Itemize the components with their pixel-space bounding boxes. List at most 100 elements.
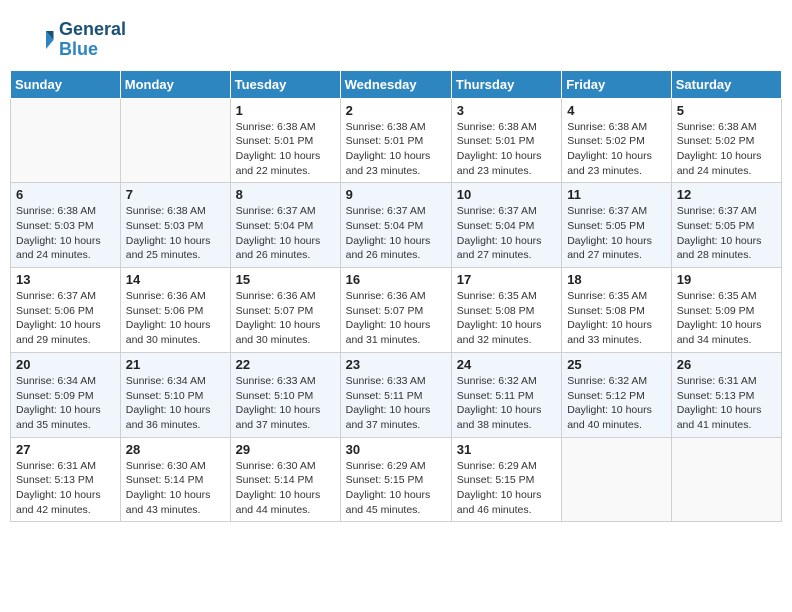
table-row: 8 Sunrise: 6:37 AM Sunset: 5:04 PM Daylig…	[230, 183, 340, 268]
cell-info: Sunrise: 6:38 AM Sunset: 5:01 PM Dayligh…	[457, 120, 556, 179]
cell-info: Sunrise: 6:38 AM Sunset: 5:03 PM Dayligh…	[126, 204, 225, 263]
table-row	[562, 437, 672, 522]
col-header-sunday: Sunday	[11, 70, 121, 98]
day-number: 11	[567, 187, 666, 202]
day-number: 13	[16, 272, 115, 287]
day-number: 26	[677, 357, 776, 372]
calendar-table: SundayMondayTuesdayWednesdayThursdayFrid…	[10, 70, 782, 523]
cell-info: Sunrise: 6:30 AM Sunset: 5:14 PM Dayligh…	[236, 459, 335, 518]
cell-info: Sunrise: 6:35 AM Sunset: 5:08 PM Dayligh…	[457, 289, 556, 348]
day-number: 1	[236, 103, 335, 118]
cell-info: Sunrise: 6:37 AM Sunset: 5:04 PM Dayligh…	[457, 204, 556, 263]
col-header-thursday: Thursday	[451, 70, 561, 98]
day-number: 10	[457, 187, 556, 202]
table-row: 31 Sunrise: 6:29 AM Sunset: 5:15 PM Dayli…	[451, 437, 561, 522]
calendar-week-row: 20 Sunrise: 6:34 AM Sunset: 5:09 PM Dayli…	[11, 352, 782, 437]
cell-info: Sunrise: 6:37 AM Sunset: 5:04 PM Dayligh…	[346, 204, 446, 263]
table-row: 2 Sunrise: 6:38 AM Sunset: 5:01 PM Daylig…	[340, 98, 451, 183]
cell-info: Sunrise: 6:34 AM Sunset: 5:09 PM Dayligh…	[16, 374, 115, 433]
table-row: 30Sunrise: 6:29 AM Sunset: 5:15 PM Dayli…	[340, 437, 451, 522]
day-number: 15	[236, 272, 335, 287]
day-number: 17	[457, 272, 556, 287]
calendar-week-row: 13 Sunrise: 6:37 AM Sunset: 5:06 PM Dayli…	[11, 268, 782, 353]
day-number: 16	[346, 272, 446, 287]
page-header: General Blue	[10, 10, 782, 65]
calendar-week-row: 27 Sunrise: 6:31 AM Sunset: 5:13 PM Dayli…	[11, 437, 782, 522]
cell-info: Sunrise: 6:35 AM Sunset: 5:09 PM Dayligh…	[677, 289, 776, 348]
table-row: 18Sunrise: 6:35 AM Sunset: 5:08 PM Dayli…	[562, 268, 672, 353]
cell-info: Sunrise: 6:37 AM Sunset: 5:06 PM Dayligh…	[16, 289, 115, 348]
table-row: 16 Sunrise: 6:36 AM Sunset: 5:07 PM Dayli…	[340, 268, 451, 353]
cell-info: Sunrise: 6:37 AM Sunset: 5:05 PM Dayligh…	[677, 204, 776, 263]
cell-info: Sunrise: 6:36 AM Sunset: 5:06 PM Dayligh…	[126, 289, 225, 348]
table-row: 28 Sunrise: 6:30 AM Sunset: 5:14 PM Dayli…	[120, 437, 230, 522]
col-header-saturday: Saturday	[671, 70, 781, 98]
cell-info: Sunrise: 6:38 AM Sunset: 5:01 PM Dayligh…	[236, 120, 335, 179]
day-number: 28	[126, 442, 225, 457]
table-row: 21 Sunrise: 6:34 AM Sunset: 5:10 PM Dayli…	[120, 352, 230, 437]
table-row: 10 Sunrise: 6:37 AM Sunset: 5:04 PM Dayli…	[451, 183, 561, 268]
table-row: 22 Sunrise: 6:33 AM Sunset: 5:10 PM Dayli…	[230, 352, 340, 437]
cell-info: Sunrise: 6:38 AM Sunset: 5:02 PM Dayligh…	[677, 120, 776, 179]
day-number: 19	[677, 272, 776, 287]
table-row: 27 Sunrise: 6:31 AM Sunset: 5:13 PM Dayli…	[11, 437, 121, 522]
table-row: 15 Sunrise: 6:36 AM Sunset: 5:07 PM Dayli…	[230, 268, 340, 353]
day-number: 31	[457, 442, 556, 457]
calendar-header-row: SundayMondayTuesdayWednesdayThursdayFrid…	[11, 70, 782, 98]
table-row: 3 Sunrise: 6:38 AM Sunset: 5:01 PM Daylig…	[451, 98, 561, 183]
table-row: 26Sunrise: 6:31 AM Sunset: 5:13 PM Dayli…	[671, 352, 781, 437]
table-row	[671, 437, 781, 522]
table-row: 14 Sunrise: 6:36 AM Sunset: 5:06 PM Dayli…	[120, 268, 230, 353]
logo-text: General Blue	[59, 20, 126, 60]
cell-info: Sunrise: 6:29 AM Sunset: 5:15 PM Dayligh…	[457, 459, 556, 518]
cell-info: Sunrise: 6:36 AM Sunset: 5:07 PM Dayligh…	[346, 289, 446, 348]
col-header-wednesday: Wednesday	[340, 70, 451, 98]
day-number: 5	[677, 103, 776, 118]
cell-info: Sunrise: 6:31 AM Sunset: 5:13 PM Dayligh…	[16, 459, 115, 518]
table-row: 25Sunrise: 6:32 AM Sunset: 5:12 PM Dayli…	[562, 352, 672, 437]
cell-info: Sunrise: 6:32 AM Sunset: 5:12 PM Dayligh…	[567, 374, 666, 433]
cell-info: Sunrise: 6:37 AM Sunset: 5:05 PM Dayligh…	[567, 204, 666, 263]
table-row: 19 Sunrise: 6:35 AM Sunset: 5:09 PM Dayli…	[671, 268, 781, 353]
calendar-week-row: 1 Sunrise: 6:38 AM Sunset: 5:01 PM Daylig…	[11, 98, 782, 183]
table-row: 12 Sunrise: 6:37 AM Sunset: 5:05 PM Dayli…	[671, 183, 781, 268]
day-number: 22	[236, 357, 335, 372]
table-row: 7Sunrise: 6:38 AM Sunset: 5:03 PM Daylig…	[120, 183, 230, 268]
cell-info: Sunrise: 6:34 AM Sunset: 5:10 PM Dayligh…	[126, 374, 225, 433]
table-row: 23 Sunrise: 6:33 AM Sunset: 5:11 PM Dayli…	[340, 352, 451, 437]
cell-info: Sunrise: 6:38 AM Sunset: 5:02 PM Dayligh…	[567, 120, 666, 179]
table-row: 20 Sunrise: 6:34 AM Sunset: 5:09 PM Dayli…	[11, 352, 121, 437]
table-row	[11, 98, 121, 183]
day-number: 3	[457, 103, 556, 118]
table-row: 24Sunrise: 6:32 AM Sunset: 5:11 PM Dayli…	[451, 352, 561, 437]
day-number: 24	[457, 357, 556, 372]
table-row	[120, 98, 230, 183]
cell-info: Sunrise: 6:29 AM Sunset: 5:15 PM Dayligh…	[346, 459, 446, 518]
day-number: 14	[126, 272, 225, 287]
day-number: 23	[346, 357, 446, 372]
cell-info: Sunrise: 6:37 AM Sunset: 5:04 PM Dayligh…	[236, 204, 335, 263]
cell-info: Sunrise: 6:38 AM Sunset: 5:01 PM Dayligh…	[346, 120, 446, 179]
table-row: 5 Sunrise: 6:38 AM Sunset: 5:02 PM Daylig…	[671, 98, 781, 183]
col-header-monday: Monday	[120, 70, 230, 98]
day-number: 9	[346, 187, 446, 202]
table-row: 17 Sunrise: 6:35 AM Sunset: 5:08 PM Dayli…	[451, 268, 561, 353]
cell-info: Sunrise: 6:36 AM Sunset: 5:07 PM Dayligh…	[236, 289, 335, 348]
day-number: 6	[16, 187, 115, 202]
day-number: 4	[567, 103, 666, 118]
col-header-tuesday: Tuesday	[230, 70, 340, 98]
cell-info: Sunrise: 6:33 AM Sunset: 5:11 PM Dayligh…	[346, 374, 446, 433]
cell-info: Sunrise: 6:33 AM Sunset: 5:10 PM Dayligh…	[236, 374, 335, 433]
day-number: 21	[126, 357, 225, 372]
day-number: 12	[677, 187, 776, 202]
day-number: 20	[16, 357, 115, 372]
cell-info: Sunrise: 6:30 AM Sunset: 5:14 PM Dayligh…	[126, 459, 225, 518]
day-number: 27	[16, 442, 115, 457]
table-row: 6 Sunrise: 6:38 AM Sunset: 5:03 PM Daylig…	[11, 183, 121, 268]
cell-info: Sunrise: 6:38 AM Sunset: 5:03 PM Dayligh…	[16, 204, 115, 263]
table-row: 1 Sunrise: 6:38 AM Sunset: 5:01 PM Daylig…	[230, 98, 340, 183]
day-number: 18	[567, 272, 666, 287]
day-number: 8	[236, 187, 335, 202]
logo-icon	[25, 25, 55, 55]
day-number: 2	[346, 103, 446, 118]
